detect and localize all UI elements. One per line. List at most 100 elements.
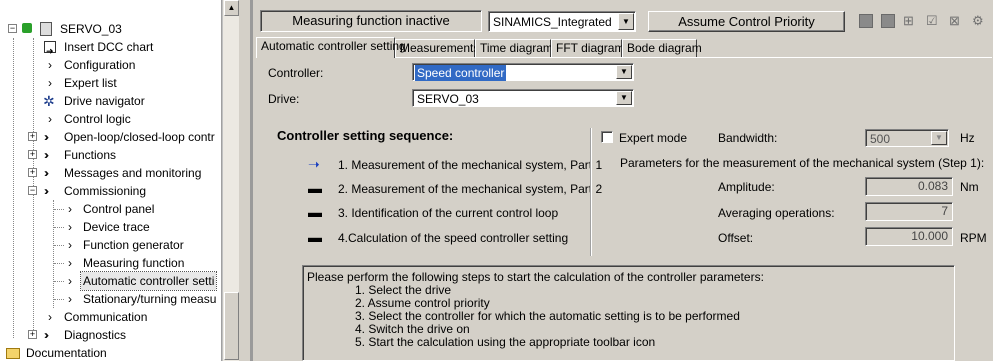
settings-tool[interactable]: ⚙ xyxy=(970,11,991,32)
chevron-down-icon[interactable]: ▼ xyxy=(616,65,632,79)
tree-item-label: Control logic xyxy=(64,112,131,126)
tree-view-tool[interactable]: ⊞ xyxy=(901,11,922,32)
double-chevron-right-icon: ›› xyxy=(44,130,49,144)
tab-time-diagram[interactable]: Time diagram xyxy=(475,39,553,58)
tree-item-servo-03[interactable]: − SERVO_03 xyxy=(0,20,221,38)
tree-item-diagnostics[interactable]: + ›› Diagnostics xyxy=(0,326,221,344)
collapse-icon[interactable]: − xyxy=(28,186,37,195)
sequence-step-3: 3. Identification of the current control… xyxy=(338,206,559,220)
instruction-step: 3. Select the controller for which the a… xyxy=(355,309,740,323)
amplitude-label: Amplitude: xyxy=(718,180,775,194)
tree-item-label: Stationary/turning measu xyxy=(83,292,217,306)
tree-item-label: Measuring function xyxy=(83,256,185,270)
expand-icon[interactable]: + xyxy=(28,150,37,159)
stop-icon xyxy=(881,14,895,28)
tree-item-device-trace[interactable]: › Device trace xyxy=(0,218,221,236)
controller-label: Controller: xyxy=(268,66,324,80)
double-chevron-right-icon: ›› xyxy=(44,328,49,342)
tree-item-label: Configuration xyxy=(64,58,136,72)
tree-item-label: Commissioning xyxy=(64,184,147,198)
device-source-value: SINAMICS_Integrated xyxy=(493,15,612,29)
tree-item-measuring-function[interactable]: › Measuring function xyxy=(0,254,221,272)
tree-item-control-panel[interactable]: › Control panel xyxy=(0,200,221,218)
tree-item-stationary-turning-measurement[interactable]: › Stationary/turning measu xyxy=(0,290,221,308)
drive-select[interactable]: SERVO_03 ▼ xyxy=(412,89,634,107)
tree-guide-line xyxy=(54,281,64,282)
tree-guide-line xyxy=(54,209,64,210)
tree-item-label: Functions xyxy=(64,148,117,162)
chevron-down-icon[interactable]: ▼ xyxy=(618,13,634,30)
offset-unit: RPM xyxy=(960,231,987,245)
expert-mode-checkbox[interactable] xyxy=(601,131,613,143)
bandwidth-value: 500 xyxy=(870,132,891,146)
tree-item-insert-dcc-chart[interactable]: ➜ Insert DCC chart xyxy=(0,38,221,56)
expand-icon[interactable]: + xyxy=(28,132,37,141)
tree-item-label: Diagnostics xyxy=(64,328,127,342)
bandwidth-select[interactable]: 500 ▼ xyxy=(865,129,949,147)
tree-item-label: Documentation xyxy=(26,346,107,360)
start-measurement-tool[interactable] xyxy=(856,11,877,32)
scroll-up-icon[interactable]: ▲ xyxy=(224,0,239,16)
measurement-status-box: Measuring function inactive xyxy=(260,10,482,32)
tab-automatic-controller-setting[interactable]: Automatic controller setting xyxy=(256,37,406,58)
expand-icon[interactable]: + xyxy=(28,168,37,177)
tree-item-commissioning[interactable]: − ›› Commissioning xyxy=(0,182,221,200)
bandwidth-unit: Hz xyxy=(960,131,975,145)
tree-item-drive-navigator[interactable]: ✲ Drive navigator xyxy=(0,92,221,110)
assume-control-priority-button[interactable]: Assume Control Priority xyxy=(648,11,845,32)
tree-item-label: Device trace xyxy=(83,220,150,234)
controller-select[interactable]: Speed controller ▼ xyxy=(412,63,634,81)
panel-gutter xyxy=(956,265,993,361)
tree-item-communication[interactable]: › Communication xyxy=(0,308,221,326)
double-chevron-right-icon: ›› xyxy=(44,148,49,162)
tree-scrollbar[interactable]: ▲ xyxy=(222,0,239,361)
expert-mode-label: Expert mode xyxy=(619,131,688,145)
tree-item-label: Automatic controller setti xyxy=(79,271,218,291)
tree-item-open-loop-closed-loop[interactable]: + ›› Open-loop/closed-loop contr xyxy=(0,128,221,146)
instructions-box: Please perform the following steps to st… xyxy=(302,265,955,361)
stop-measurement-tool[interactable] xyxy=(878,11,899,32)
scrollbar-thumb[interactable] xyxy=(224,292,239,360)
tab-fft-diagram[interactable]: FFT diagram xyxy=(551,39,624,58)
tree-item-documentation[interactable]: Documentation xyxy=(0,344,221,361)
sequence-step-4: 4.Calculation of the speed controller se… xyxy=(338,231,569,245)
collapse-icon[interactable]: − xyxy=(8,24,17,33)
bandwidth-label: Bandwidth: xyxy=(718,131,778,145)
tree-item-configuration[interactable]: › Configuration xyxy=(0,56,221,74)
tree-item-expert-list[interactable]: › Expert list xyxy=(0,74,221,92)
chevron-right-icon: › xyxy=(48,310,52,324)
tree-item-automatic-controller-setting[interactable]: › Automatic controller setti xyxy=(0,271,221,291)
amplitude-field[interactable]: 0.083 xyxy=(865,177,953,196)
checkmark-icon: ☑ xyxy=(926,13,938,28)
assume-control-priority-label: Assume Control Priority xyxy=(678,14,815,29)
tab-bode-diagram[interactable]: Bode diagram xyxy=(622,39,702,58)
chevron-right-icon: › xyxy=(68,256,72,270)
chevron-down-icon[interactable]: ▼ xyxy=(931,131,947,145)
expand-icon[interactable]: + xyxy=(28,330,37,339)
project-navigator-tree: − SERVO_03 ➜ Insert DCC chart › Configur… xyxy=(0,0,222,361)
tree-item-control-logic[interactable]: › Control logic xyxy=(0,110,221,128)
tree-item-function-generator[interactable]: › Function generator xyxy=(0,236,221,254)
tree-item-messages-and-monitoring[interactable]: + ›› Messages and monitoring xyxy=(0,164,221,182)
start-icon xyxy=(859,14,873,28)
chevron-right-icon: › xyxy=(48,76,52,90)
check-tool[interactable]: ☑ xyxy=(924,11,945,32)
tree-item-label: Messages and monitoring xyxy=(64,166,202,180)
double-chevron-right-icon: ›› xyxy=(44,166,49,180)
tree-item-label: Open-loop/closed-loop contr xyxy=(64,130,215,144)
instruction-step: 2. Assume control priority xyxy=(355,296,490,310)
tree-guide-line xyxy=(54,245,64,246)
device-source-select[interactable]: SINAMICS_Integrated ▼ xyxy=(488,11,636,32)
tab-measurements[interactable]: Measurements xyxy=(395,39,479,58)
tree-structure-icon: ⊞ xyxy=(903,13,914,28)
chevron-down-icon[interactable]: ▼ xyxy=(616,91,632,105)
tree-item-functions[interactable]: + ›› Functions xyxy=(0,146,221,164)
amplitude-unit: Nm xyxy=(960,180,979,194)
instructions-intro: Please perform the following steps to st… xyxy=(307,270,764,284)
tree-guide-line xyxy=(54,263,64,264)
panel-splitter[interactable] xyxy=(250,0,253,361)
offset-field[interactable]: 10.000 xyxy=(865,227,953,246)
delete-tool[interactable]: ⊠ xyxy=(947,11,968,32)
chevron-right-icon: › xyxy=(68,220,72,234)
averaging-field[interactable]: 7 xyxy=(865,202,953,221)
